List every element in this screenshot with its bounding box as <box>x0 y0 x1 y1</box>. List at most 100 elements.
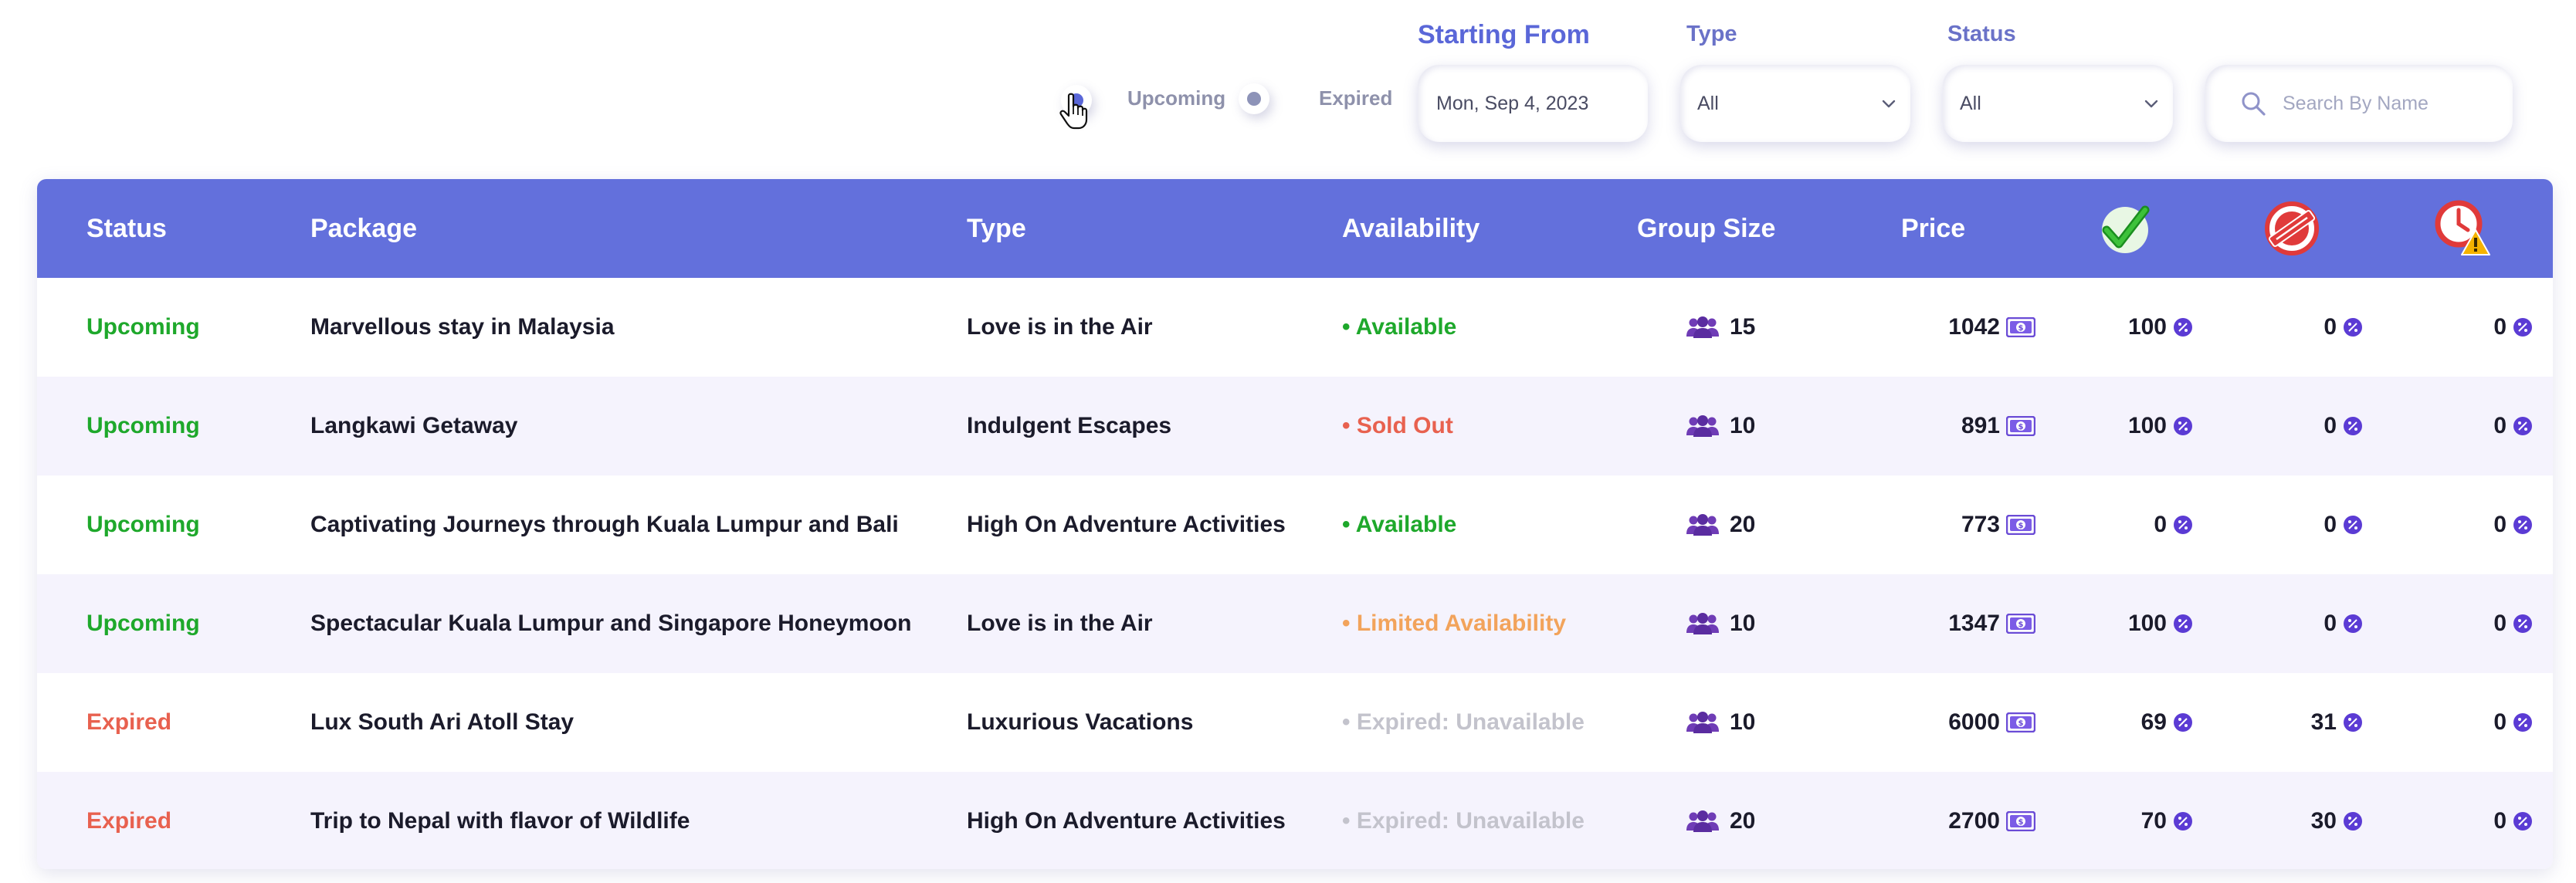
row-availability: • Limited Availability <box>1342 611 1567 636</box>
svg-text:$: $ <box>2018 324 2024 333</box>
green-check-icon <box>2102 205 2150 253</box>
svg-text:$: $ <box>2018 621 2024 629</box>
percent-icon <box>2344 812 2362 831</box>
price-value: 2700 <box>1948 808 2000 834</box>
percent-icon <box>2174 318 2192 337</box>
row-type: High On Adventure Activities <box>967 512 1286 537</box>
group-size-value: 20 <box>1730 512 1756 537</box>
price-value: 773 <box>1961 512 2000 537</box>
row-status: Upcoming <box>86 413 200 438</box>
header-package[interactable]: Package <box>310 179 417 278</box>
row-status: Upcoming <box>86 611 200 636</box>
header-status[interactable]: Status <box>86 179 167 278</box>
cancelled-value: 0 <box>2323 314 2337 340</box>
row-price: 1347 $ <box>1904 574 2035 673</box>
status-filter-label: Status <box>1947 22 2016 46</box>
cancelled-value: 30 <box>2310 808 2337 834</box>
confirmed-value: 69 <box>2140 709 2167 735</box>
upcoming-label: Upcoming <box>1127 86 1226 110</box>
header-group-size[interactable]: Group Size <box>1637 179 1775 278</box>
row-type: Love is in the Air <box>967 611 1153 636</box>
percent-icon <box>2513 614 2532 633</box>
starting-from-date-input[interactable]: Mon, Sep 4, 2023 <box>1418 65 1648 142</box>
row-availability: • Expired: Unavailable <box>1342 709 1585 735</box>
percent-icon <box>2513 516 2532 534</box>
type-select[interactable]: All <box>1680 65 1910 142</box>
chevron-down-icon <box>2144 100 2158 108</box>
price-value: 1042 <box>1948 314 2000 340</box>
hand-cursor-icon <box>1059 93 1088 130</box>
row-type: High On Adventure Activities <box>967 808 1286 834</box>
row-package-name[interactable]: Captivating Journeys through Kuala Lumpu… <box>310 475 899 574</box>
row-confirmed: 100 <box>2060 278 2193 377</box>
row-pending: 0 <box>2400 377 2533 475</box>
row-availability: • Available <box>1342 512 1457 537</box>
header-price[interactable]: Price <box>1901 179 1965 278</box>
status-select[interactable]: All <box>1943 65 2173 142</box>
row-availability: • Sold Out <box>1342 413 1453 438</box>
row-group-size: 10 <box>1686 377 1755 475</box>
row-group-size: 10 <box>1686 574 1755 673</box>
group-size-value: 10 <box>1730 611 1756 636</box>
pending-value: 0 <box>2493 808 2507 834</box>
group-icon <box>1686 810 1719 832</box>
row-group-size: 20 <box>1686 475 1755 574</box>
group-icon <box>1686 415 1719 437</box>
cancelled-value: 0 <box>2323 611 2337 636</box>
confirmed-value: 100 <box>2127 314 2167 340</box>
row-cancelled: 0 <box>2230 574 2363 673</box>
group-size-value: 20 <box>1730 808 1756 834</box>
group-icon <box>1686 613 1719 634</box>
row-pending: 0 <box>2400 574 2533 673</box>
packages-table: Status Package Type Availability Group S… <box>37 179 2553 869</box>
row-cancelled: 30 <box>2230 772 2363 869</box>
svg-text:$: $ <box>2018 423 2024 431</box>
group-size-value: 10 <box>1730 709 1756 735</box>
table-row[interactable]: Upcoming Captivating Journeys through Ku… <box>37 475 2553 574</box>
percent-icon <box>2513 417 2532 435</box>
group-icon <box>1686 712 1719 733</box>
table-row[interactable]: Expired Trip to Nepal with flavor of Wil… <box>37 772 2553 869</box>
percent-icon <box>2174 614 2192 633</box>
header-type[interactable]: Type <box>967 179 1026 278</box>
group-icon <box>1686 514 1719 536</box>
pending-value: 0 <box>2493 314 2507 340</box>
pending-value: 0 <box>2493 611 2507 636</box>
row-package-name[interactable]: Marvellous stay in Malaysia <box>310 278 615 377</box>
type-select-value: All <box>1697 92 1719 114</box>
row-price: 6000 $ <box>1904 673 2035 772</box>
search-input[interactable]: Search By Name <box>2205 65 2513 142</box>
row-package-name[interactable]: Spectacular Kuala Lumpur and Singapore H… <box>310 574 911 673</box>
confirmed-value: 0 <box>2154 512 2167 537</box>
row-package-name[interactable]: Langkawi Getaway <box>310 377 517 475</box>
row-confirmed: 100 <box>2060 574 2193 673</box>
cancelled-value: 31 <box>2310 709 2337 735</box>
row-confirmed: 100 <box>2060 377 2193 475</box>
table-row[interactable]: Upcoming Marvellous stay in Malaysia Lov… <box>37 278 2553 377</box>
expired-label: Expired <box>1319 86 1393 110</box>
row-package-name[interactable]: Lux South Ari Atoll Stay <box>310 673 574 772</box>
cancelled-stamp-icon <box>2265 201 2319 255</box>
table-header: Status Package Type Availability Group S… <box>37 179 2553 278</box>
percent-icon <box>2513 713 2532 732</box>
row-type: Indulgent Escapes <box>967 413 1172 438</box>
starting-from-label: Starting From <box>1418 20 1590 49</box>
type-filter-label: Type <box>1686 22 1737 46</box>
row-group-size: 20 <box>1686 772 1755 869</box>
table-row[interactable]: Expired Lux South Ari Atoll Stay Luxurio… <box>37 673 2553 772</box>
row-package-name[interactable]: Trip to Nepal with flavor of Wildlife <box>310 772 690 869</box>
row-status: Expired <box>86 709 172 735</box>
row-cancelled: 0 <box>2230 377 2363 475</box>
money-icon: $ <box>2006 614 2035 634</box>
row-cancelled: 31 <box>2230 673 2363 772</box>
table-row[interactable]: Upcoming Langkawi Getaway Indulgent Esca… <box>37 377 2553 475</box>
row-confirmed: 0 <box>2060 475 2193 574</box>
table-row[interactable]: Upcoming Spectacular Kuala Lumpur and Si… <box>37 574 2553 673</box>
header-availability[interactable]: Availability <box>1342 179 1480 278</box>
expired-radio[interactable] <box>1239 83 1269 114</box>
starting-from-date-value: Mon, Sep 4, 2023 <box>1436 92 1589 114</box>
group-size-value: 15 <box>1730 314 1756 340</box>
row-pending: 0 <box>2400 772 2533 869</box>
row-pending: 0 <box>2400 278 2533 377</box>
row-status: Upcoming <box>86 314 200 340</box>
